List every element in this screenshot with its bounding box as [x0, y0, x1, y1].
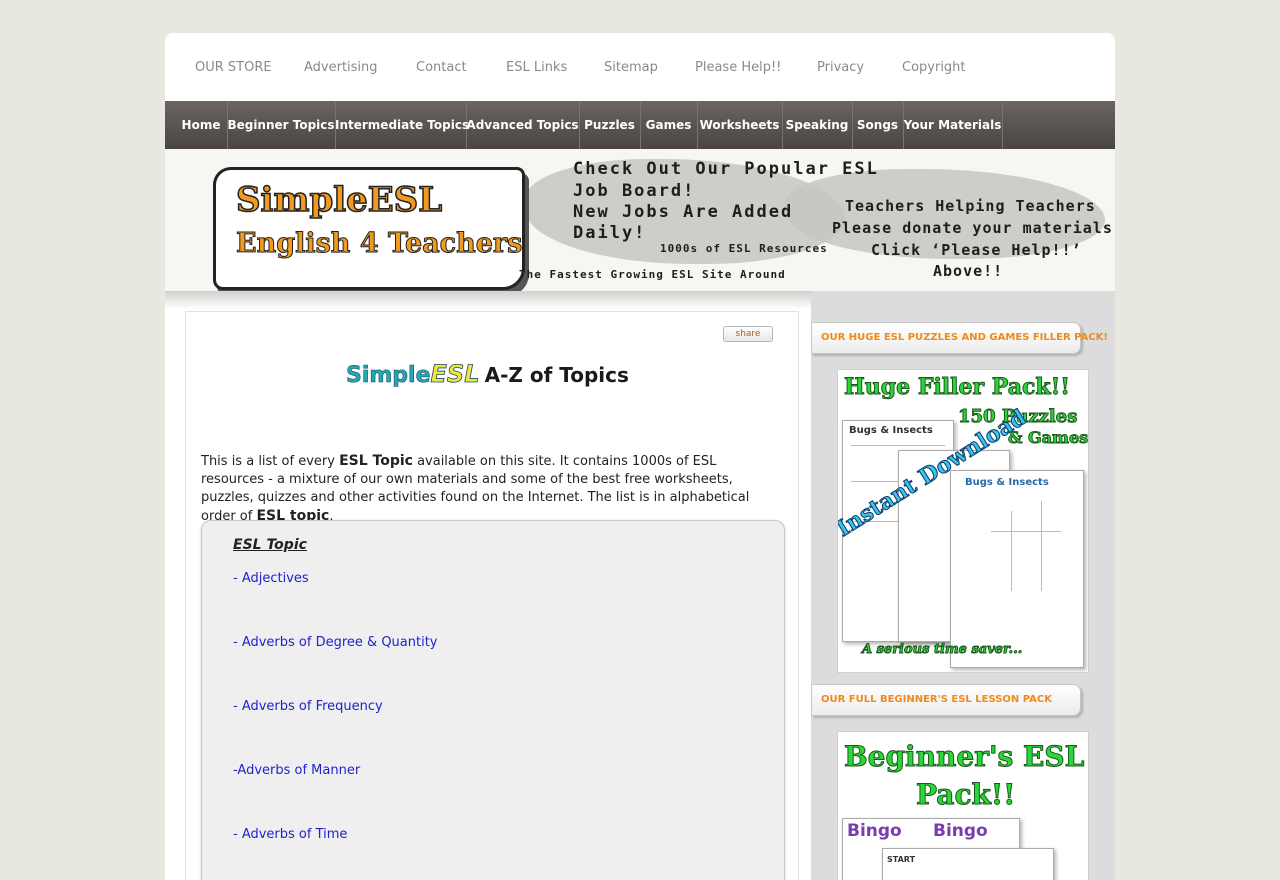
top-nav-esl-links[interactable]: ESL Links [506, 60, 567, 75]
page-container: OUR STORE Advertising Contact ESL Links … [165, 33, 1115, 880]
worksheet-image: Bugs & Insects [950, 470, 1084, 668]
main-nav-speaking[interactable]: Speaking [782, 101, 853, 149]
top-nav-our-store[interactable]: OUR STORE [195, 60, 272, 75]
main-nav-games[interactable]: Games [640, 101, 698, 149]
promo-title: Huge Filler Pack!! [844, 374, 1071, 401]
intro-text: This is a list of every [201, 454, 340, 469]
banner-job-line2: Job Board! [573, 181, 696, 201]
topic-link-adverbs-frequency[interactable]: - Adverbs of Frequency [233, 699, 383, 714]
main-nav: Home Beginner Topics Intermediate Topics… [165, 101, 1115, 149]
crossword-line [1041, 501, 1042, 591]
intro-bold: ESL Topic [339, 453, 413, 469]
main-nav-home[interactable]: Home [175, 101, 228, 149]
filler-pack-promo[interactable]: Huge Filler Pack!! 150 Puzzles & Games B… [837, 369, 1089, 673]
banner-job-line1: Check Out Our Popular ESL [573, 159, 879, 179]
top-nav-sitemap[interactable]: Sitemap [604, 60, 658, 75]
banner-donate-line1: Teachers Helping Teachers [845, 197, 1096, 215]
main-nav-worksheets[interactable]: Worksheets [697, 101, 783, 149]
sidebar-heading-filler-pack: OUR HUGE ESL PUZZLES AND GAMES FILLER PA… [811, 322, 1108, 354]
top-nav-privacy[interactable]: Privacy [817, 60, 864, 75]
banner-job-line3: New Jobs Are Added [573, 202, 794, 222]
banner-donate-line3: Click ‘Please Help!!’ [871, 241, 1082, 259]
title-simple: Simple [346, 363, 431, 389]
topic-link-adverbs-manner[interactable]: -Adverbs of Manner [233, 763, 360, 778]
topic-link-adverbs-degree-quantity[interactable]: - Adverbs of Degree & Quantity [233, 635, 438, 650]
top-nav-please-help[interactable]: Please Help!! [695, 60, 781, 75]
logo-title: SimpleESL [235, 179, 443, 221]
board-start-label: START [887, 855, 916, 864]
board-game-image: START [882, 848, 1054, 880]
bingo-label: Bingo [847, 821, 902, 841]
bingo-label: Bingo [933, 821, 988, 841]
banner-donate-line2: Please donate your materials [832, 219, 1113, 237]
main-nav-your-materials[interactable]: Your Materials [903, 101, 1003, 149]
top-nav-copyright[interactable]: Copyright [902, 60, 966, 75]
top-nav: OUR STORE Advertising Contact ESL Links … [165, 33, 1115, 101]
promo-title: Beginner's ESL [843, 740, 1085, 774]
site-banner[interactable]: SimpleESL English 4 Teachers Check Out O… [165, 149, 1115, 291]
main-nav-songs[interactable]: Songs [852, 101, 904, 149]
worksheet-title: Bugs & Insects [965, 477, 1049, 488]
title-esl: ESL [430, 360, 480, 389]
sidebar-heading-beginner-pack: OUR FULL BEGINNER'S ESL LESSON PACK [811, 684, 1081, 716]
sidebar-heading-label: OUR HUGE ESL PUZZLES AND GAMES FILLER PA… [821, 332, 1108, 343]
banner-resources: 1000s of ESL Resources [660, 242, 828, 255]
main-content: share SimpleESL A-Z of Topics This is a … [185, 311, 799, 880]
crossword-line [991, 531, 1061, 532]
banner-job-line4: Daily! [573, 223, 647, 243]
topic-heading: ESL Topic [233, 537, 307, 553]
topic-link-adjectives[interactable]: - Adjectives [233, 571, 309, 586]
worksheet-title: Bugs & Insects [849, 425, 933, 436]
banner-donate-line4: Above!! [933, 262, 1004, 280]
top-nav-advertising[interactable]: Advertising [304, 60, 378, 75]
worksheet-line [851, 445, 945, 446]
sidebar-heading-label: OUR FULL BEGINNER'S ESL LESSON PACK [821, 694, 1053, 705]
main-nav-advanced-topics[interactable]: Advanced Topics [466, 101, 580, 149]
main-nav-intermediate-topics[interactable]: Intermediate Topics [335, 101, 469, 149]
promo-title: Pack!! [915, 778, 1016, 812]
banner-tagline: The Fastest Growing ESL Site Around [519, 268, 786, 281]
title-rest: A-Z of Topics [484, 363, 629, 387]
page-title: SimpleESL A-Z of Topics [346, 360, 629, 389]
share-button[interactable]: share [723, 326, 773, 342]
topic-link-adverbs-time[interactable]: - Adverbs of Time [233, 827, 347, 842]
logo-subtitle: English 4 Teachers [235, 228, 523, 260]
main-nav-beginner-topics[interactable]: Beginner Topics [227, 101, 336, 149]
main-nav-puzzles[interactable]: Puzzles [579, 101, 641, 149]
topic-list-box: ESL Topic - Adjectives - Adverbs of Degr… [201, 520, 785, 880]
beginner-pack-promo[interactable]: Beginner's ESL Pack!! Bingo Bingo START [837, 731, 1089, 880]
sidebar: OUR HUGE ESL PUZZLES AND GAMES FILLER PA… [811, 291, 1115, 880]
promo-footer: A serious time saver... [861, 642, 1023, 658]
top-nav-contact[interactable]: Contact [416, 60, 467, 75]
crossword-line [1011, 511, 1012, 591]
site-logo[interactable]: SimpleESL English 4 Teachers [213, 167, 525, 290]
intro-paragraph: This is a list of every ESL Topic availa… [201, 452, 781, 526]
